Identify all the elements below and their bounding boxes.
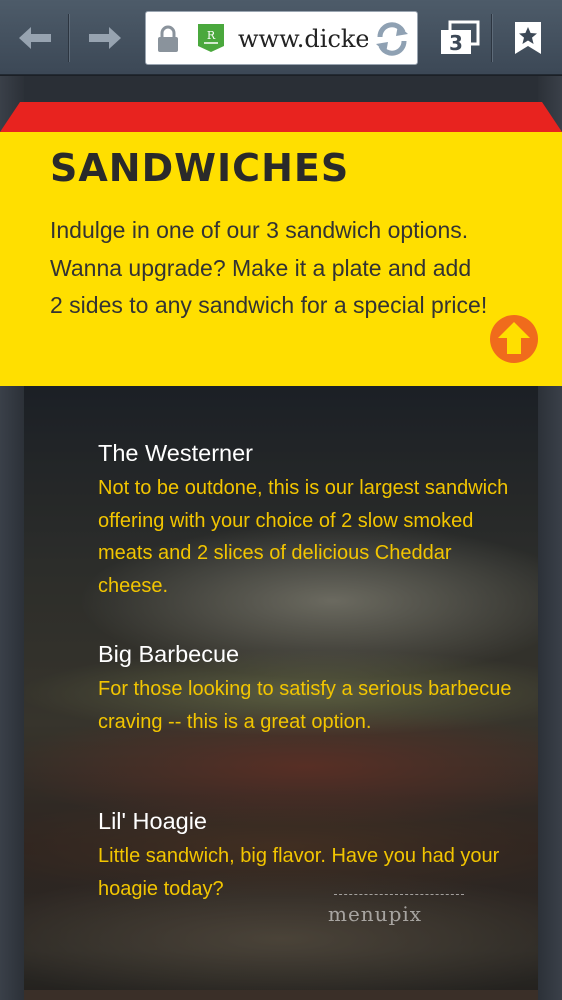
arrow-up-circle-icon[interactable] [489, 314, 539, 364]
lock-icon [158, 25, 178, 52]
bookmark-star-icon [515, 21, 541, 54]
list-item: Big Barbecue For those looking to satisf… [98, 639, 518, 738]
browser-toolbar: R www.dicke 3 [0, 0, 562, 75]
toolbar-divider [491, 14, 492, 62]
section-title: SANDWICHES [50, 146, 350, 190]
r-badge-icon: R [198, 24, 224, 52]
address-bar[interactable]: R www.dicke [145, 11, 418, 65]
back-button[interactable] [10, 0, 60, 75]
toolbar-divider [68, 14, 69, 62]
tabs-button[interactable]: 3 [430, 0, 490, 75]
url-text[interactable]: www.dicke [238, 24, 368, 54]
forward-button[interactable] [80, 0, 130, 75]
back-arrow-icon [19, 26, 51, 49]
item-name: Lil' Hoagie [98, 808, 207, 834]
watermark: menupix [328, 894, 473, 932]
item-description: Little sandwich, big flavor. Have you ha… [98, 845, 500, 900]
item-description: For those looking to satisfy a serious b… [98, 678, 512, 733]
forward-arrow-icon [89, 26, 121, 49]
tab-count: 3 [449, 31, 463, 55]
section-intro: Indulge in one of our 3 sandwich options… [50, 217, 488, 318]
item-name: The Westerner [98, 440, 253, 466]
red-ribbon [0, 102, 562, 132]
item-description: Not to be outdone, this is our largest s… [98, 477, 509, 597]
list-item: Lil' Hoagie Little sandwich, big flavor.… [98, 806, 518, 905]
r-badge-letter: R [207, 29, 216, 42]
page-content: SANDWICHES Indulge in one of our 3 sandw… [0, 76, 562, 1000]
reload-icon[interactable] [372, 20, 412, 58]
list-item: The Westerner Not to be outdone, this is… [98, 438, 518, 602]
bookmark-button[interactable] [505, 0, 551, 75]
item-name: Big Barbecue [98, 641, 240, 667]
tabs-icon: 3 [441, 20, 480, 55]
photo-bottom-edge [24, 990, 538, 1000]
sandwiches-banner: SANDWICHES Indulge in one of our 3 sandw… [0, 132, 562, 386]
